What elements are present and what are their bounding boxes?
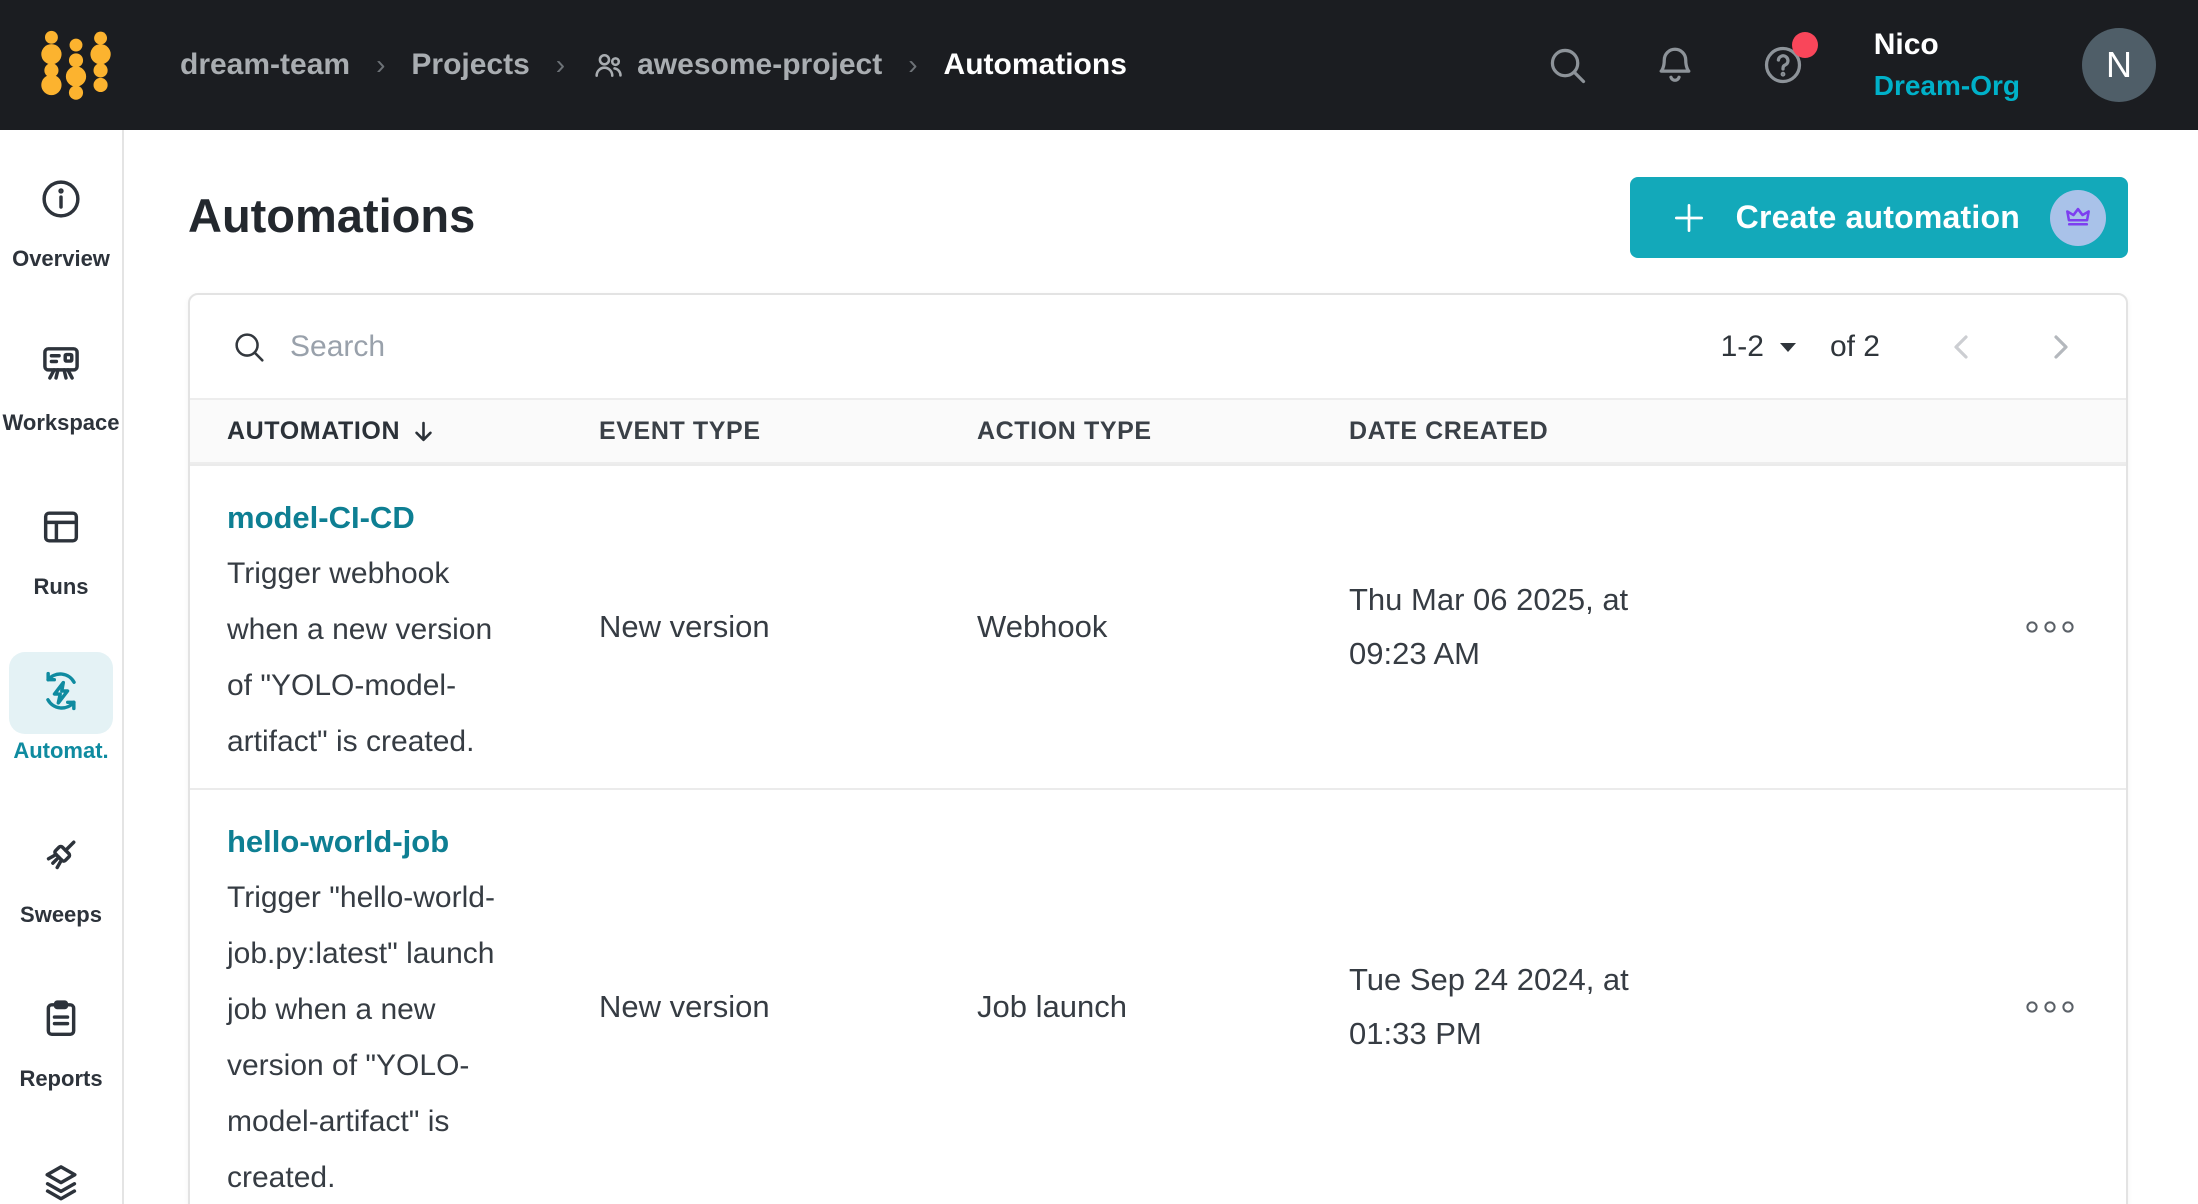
breadcrumb-projects[interactable]: Projects bbox=[411, 48, 529, 82]
search-icon[interactable] bbox=[1544, 42, 1590, 88]
sidebar-item-overview[interactable]: Overview bbox=[5, 160, 117, 272]
notification-badge bbox=[1792, 32, 1818, 58]
page-range: 1-2 bbox=[1721, 330, 1764, 364]
breadcrumb-team[interactable]: dream-team bbox=[180, 48, 350, 82]
help-icon[interactable] bbox=[1760, 42, 1806, 88]
user-name: Nico bbox=[1874, 27, 2020, 63]
breadcrumb: dream-team › Projects › awesome-project … bbox=[180, 48, 1127, 82]
automation-cell: model-CI-CD Trigger webhook when a new v… bbox=[227, 466, 599, 788]
broom-icon bbox=[38, 832, 84, 883]
sidebar-label: Workspace bbox=[3, 410, 120, 436]
sidebar-item-runs[interactable]: Runs bbox=[5, 488, 117, 600]
automation-name-link[interactable]: model-CI-CD bbox=[227, 490, 415, 546]
page-title: Automations bbox=[188, 188, 475, 243]
info-circle-icon bbox=[38, 176, 84, 227]
three-dots-icon bbox=[2024, 619, 2076, 635]
sidebar-label: Automat. bbox=[13, 738, 108, 764]
clipboard-icon bbox=[38, 996, 84, 1047]
automation-cell: hello-world-job Trigger "hello-world- jo… bbox=[227, 790, 599, 1204]
table-row: model-CI-CD Trigger webhook when a new v… bbox=[190, 464, 2126, 788]
automation-description: Trigger webhook when a new version of "Y… bbox=[227, 546, 569, 770]
date-created-cell: Thu Mar 06 2025, at 09:23 AM bbox=[1349, 573, 1804, 681]
topbar: dream-team › Projects › awesome-project … bbox=[0, 0, 2198, 130]
row-overflow-menu-button[interactable] bbox=[2016, 611, 2084, 643]
automation-name-link[interactable]: hello-world-job bbox=[227, 814, 449, 870]
wandb-logo-icon[interactable] bbox=[28, 17, 124, 113]
table-search-icon bbox=[230, 328, 268, 366]
chevron-right-icon bbox=[2044, 331, 2076, 363]
premium-badge bbox=[2050, 190, 2106, 246]
date-created-cell: Tue Sep 24 2024, at 01:33 PM bbox=[1349, 953, 1804, 1061]
pagination: 1-2 of 2 bbox=[1721, 330, 2076, 364]
sidebar-item-reports[interactable]: Reports bbox=[5, 980, 117, 1092]
avatar[interactable]: N bbox=[2082, 28, 2156, 102]
user-org: Dream-Org bbox=[1874, 69, 2020, 103]
sort-descending-icon bbox=[410, 418, 437, 445]
page-range-dropdown[interactable]: 1-2 bbox=[1721, 330, 1798, 364]
create-automation-button[interactable]: Create automation bbox=[1630, 177, 2128, 258]
column-header-action-type[interactable]: ACTION TYPE bbox=[977, 417, 1349, 446]
event-type-cell: New version bbox=[599, 609, 977, 645]
automation-description: Trigger "hello-world- job.py:latest" lau… bbox=[227, 870, 569, 1204]
column-header-date-created[interactable]: DATE CREATED bbox=[1349, 417, 1804, 446]
table-header-row: AUTOMATION EVENT TYPE ACTION TYPE DATE C… bbox=[190, 398, 2126, 464]
breadcrumb-project-label: awesome-project bbox=[637, 48, 882, 82]
caret-down-icon bbox=[1778, 340, 1798, 354]
sidebar-item-sweeps[interactable]: Sweeps bbox=[5, 816, 117, 928]
three-dots-icon bbox=[2024, 999, 2076, 1015]
crown-icon bbox=[2062, 200, 2094, 235]
user-menu[interactable]: Nico Dream-Org bbox=[1874, 27, 2020, 103]
page-total: of 2 bbox=[1830, 330, 1880, 364]
action-type-cell: Webhook bbox=[977, 609, 1349, 645]
sidebar-label: Sweeps bbox=[20, 902, 102, 928]
chevron-left-icon bbox=[1946, 331, 1978, 363]
create-automation-label: Create automation bbox=[1736, 199, 2020, 236]
board-easel-icon bbox=[38, 340, 84, 391]
column-header-automation[interactable]: AUTOMATION bbox=[227, 417, 599, 446]
action-type-cell: Job launch bbox=[977, 989, 1349, 1025]
bolt-cycle-icon bbox=[38, 668, 84, 719]
prev-page-button[interactable] bbox=[1946, 331, 1978, 363]
column-label: AUTOMATION bbox=[227, 417, 400, 446]
sidebar-label: Runs bbox=[34, 574, 89, 600]
breadcrumb-current[interactable]: Automations bbox=[944, 48, 1127, 82]
sidebar-item-artifacts[interactable]: Artifacts bbox=[5, 1144, 117, 1204]
next-page-button[interactable] bbox=[2044, 331, 2076, 363]
breadcrumb-project[interactable]: awesome-project bbox=[591, 48, 882, 82]
sidebar-item-workspace[interactable]: Workspace bbox=[5, 324, 117, 436]
breadcrumb-separator: › bbox=[908, 49, 917, 81]
sidebar-item-automations[interactable]: Automat. bbox=[5, 652, 117, 764]
layers-icon bbox=[38, 1160, 84, 1204]
sidebar-label: Overview bbox=[12, 246, 110, 272]
table-icon bbox=[38, 504, 84, 555]
notifications-bell-icon[interactable] bbox=[1652, 42, 1698, 88]
event-type-cell: New version bbox=[599, 989, 977, 1025]
sidebar-label: Reports bbox=[19, 1066, 102, 1092]
breadcrumb-separator: › bbox=[556, 49, 565, 81]
team-people-icon bbox=[591, 48, 625, 82]
automations-table-card: 1-2 of 2 bbox=[188, 293, 2128, 1204]
sidebar: Overview Workspace Runs bbox=[0, 130, 124, 1204]
row-overflow-menu-button[interactable] bbox=[2016, 991, 2084, 1023]
search-input[interactable] bbox=[290, 330, 990, 364]
column-header-event-type[interactable]: EVENT TYPE bbox=[599, 417, 977, 446]
breadcrumb-separator: › bbox=[376, 49, 385, 81]
automations-page: dream-team › Projects › awesome-project … bbox=[0, 0, 2198, 1204]
plus-icon bbox=[1670, 199, 1708, 237]
table-toolbar: 1-2 of 2 bbox=[190, 295, 2126, 398]
table-row: hello-world-job Trigger "hello-world- jo… bbox=[190, 788, 2126, 1204]
topbar-actions: Nico Dream-Org N bbox=[1544, 27, 2156, 103]
